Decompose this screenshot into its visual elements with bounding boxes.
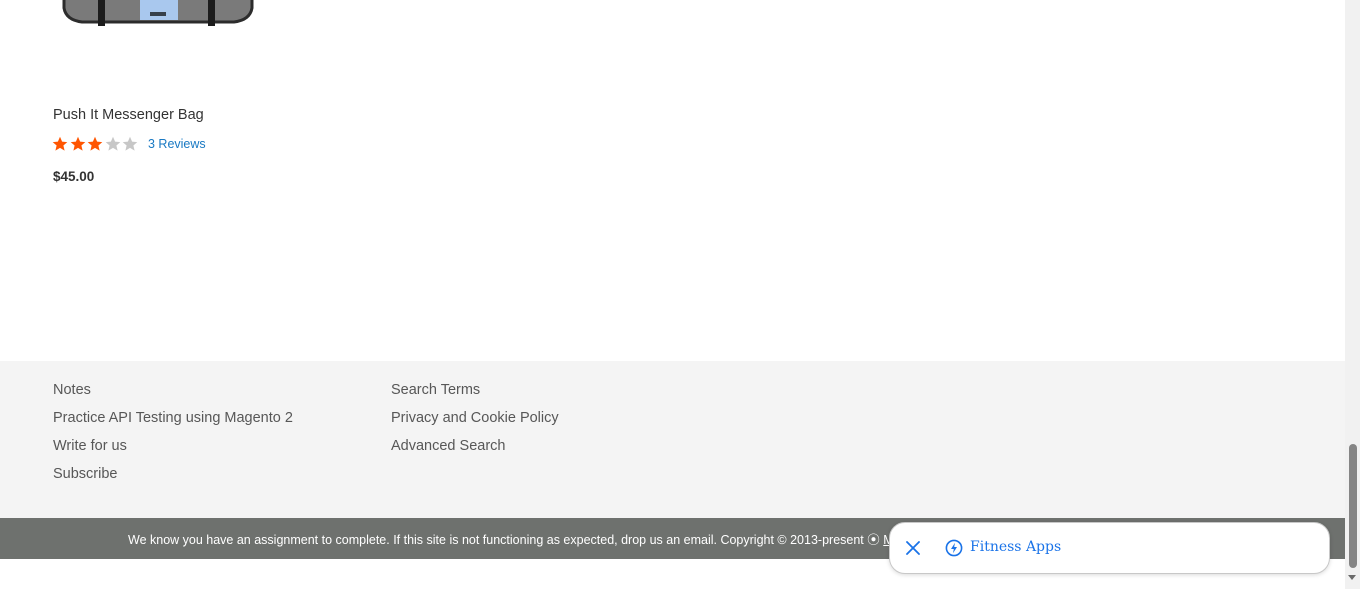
reviews-link[interactable]: 3 Reviews bbox=[148, 137, 206, 151]
footer-link-notes[interactable]: Notes bbox=[53, 381, 293, 409]
copyright-statement: We know you have an assignment to comple… bbox=[128, 533, 864, 547]
footer-link-api-testing[interactable]: Practice API Testing using Magento 2 bbox=[53, 409, 293, 437]
product-price: $45.00 bbox=[53, 169, 95, 184]
star-icon bbox=[105, 136, 121, 151]
rating-stars bbox=[52, 136, 140, 152]
scrollbar-thumb[interactable] bbox=[1349, 444, 1357, 568]
product-rating bbox=[52, 135, 140, 153]
page: Push It Messenger Bag 3 Reviews $45.00 N… bbox=[0, 0, 1345, 589]
footer-links-col1: Notes Practice API Testing using Magento… bbox=[53, 381, 293, 493]
product-image[interactable] bbox=[62, 0, 254, 28]
copyright-symbol: ⦿ bbox=[867, 533, 880, 547]
star-icon bbox=[123, 136, 138, 151]
close-icon[interactable] bbox=[906, 541, 920, 555]
footer-link-search-terms[interactable]: Search Terms bbox=[391, 381, 559, 409]
footer-link-write-for-us[interactable]: Write for us bbox=[53, 437, 293, 465]
fitness-apps-popup: Fitness Apps bbox=[889, 522, 1330, 574]
star-icon bbox=[52, 136, 68, 151]
footer-links-col2: Search Terms Privacy and Cookie Policy A… bbox=[391, 381, 559, 465]
vertical-scrollbar[interactable] bbox=[1345, 0, 1360, 589]
footer-link-privacy[interactable]: Privacy and Cookie Policy bbox=[391, 409, 559, 437]
footer-link-subscribe[interactable]: Subscribe bbox=[53, 465, 293, 493]
star-icon bbox=[87, 136, 103, 151]
product-name-link[interactable]: Push It Messenger Bag bbox=[53, 107, 204, 123]
bolt-icon bbox=[945, 539, 963, 557]
copyright-text: We know you have an assignment to comple… bbox=[128, 529, 894, 548]
scroll-down-arrow-icon[interactable] bbox=[1348, 575, 1356, 580]
footer: Notes Practice API Testing using Magento… bbox=[0, 361, 1345, 518]
fitness-apps-link[interactable]: Fitness Apps bbox=[970, 539, 1061, 555]
footer-link-advanced-search[interactable]: Advanced Search bbox=[391, 437, 559, 465]
star-icon bbox=[70, 136, 85, 151]
